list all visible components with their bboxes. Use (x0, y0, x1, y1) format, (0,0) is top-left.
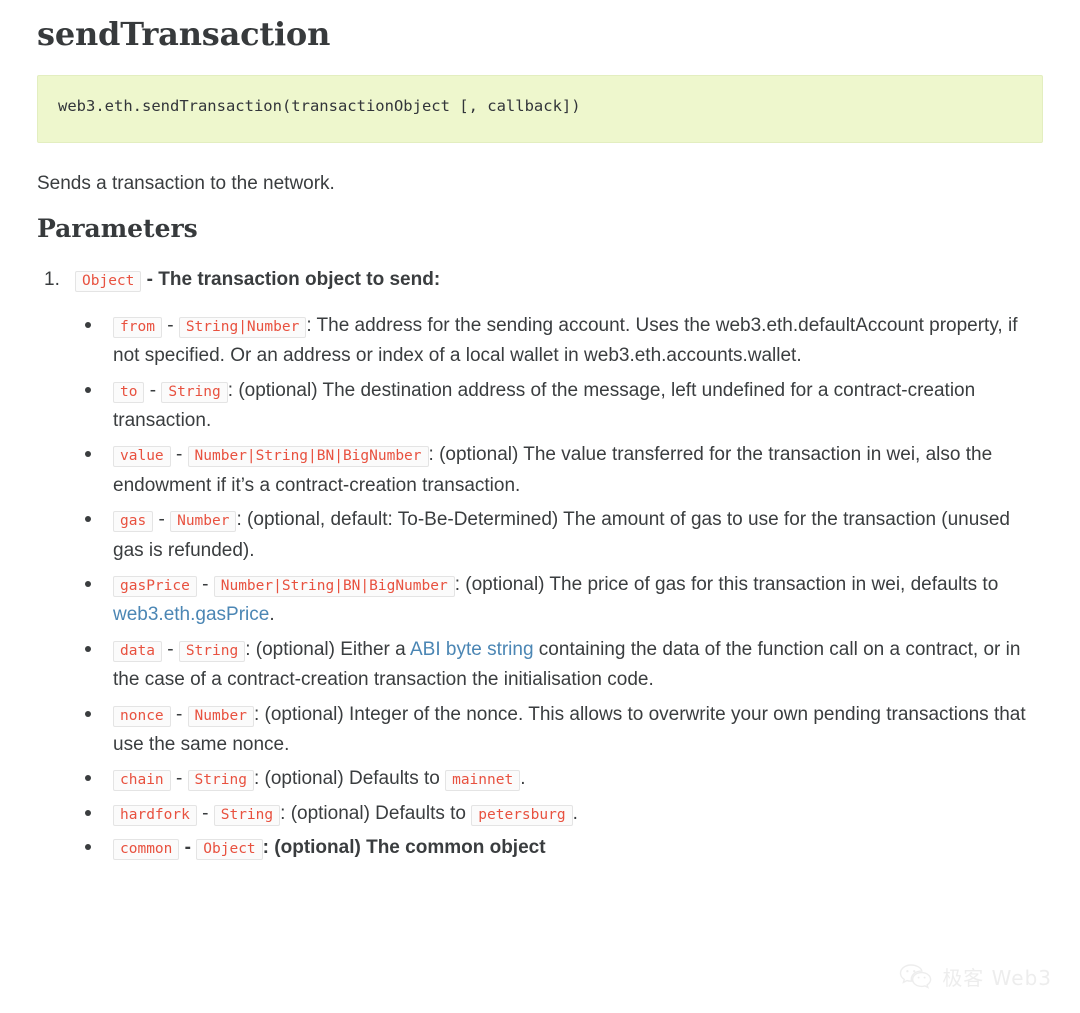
wechat-icon (899, 963, 933, 991)
param-desc-gas: (optional, default: To-Be-Determined) Th… (113, 509, 1010, 561)
list-item-to: to - String: (optional) The destination … (75, 376, 1043, 437)
bullet-dot-icon (85, 451, 91, 458)
link-web3-eth-gasprice[interactable]: web3.eth.gasPrice (113, 604, 269, 625)
colon-nonce: : (253, 703, 260, 725)
sep-to: - (149, 379, 157, 401)
list-item-nonce: nonce - Number: (optional) Integer of th… (75, 700, 1043, 761)
colon-to: : (227, 379, 234, 401)
param-desc-gasprice: (optional) The price of gas for this tra… (465, 574, 999, 595)
bullet-dot-icon (85, 581, 91, 588)
sep-gasprice: - (202, 574, 209, 595)
param-desc-to: (optional) The destination address of th… (113, 379, 976, 432)
colon-common: : (262, 837, 269, 859)
param-desc-hardfork-tail: . (572, 802, 578, 824)
document-body: sendTransaction web3.eth.sendTransaction… (0, 0, 1080, 864)
param-name-chain: chain (113, 770, 171, 792)
sep-hardfork: - (202, 802, 209, 824)
param-desc-data-tail: containing the data of the function call… (113, 638, 1021, 691)
bullet-dot-icon (85, 386, 91, 393)
sep-nonce: - (175, 703, 183, 725)
colon-gas: : (236, 509, 242, 531)
sep-data: - (167, 638, 174, 660)
param-desc-chain-tail: . (520, 768, 526, 790)
default-value-mainnet: mainnet (445, 770, 521, 792)
param-type-chain: String (187, 770, 254, 792)
param-type-from: String|Number (178, 316, 307, 338)
watermark: 极客 Web3 (899, 962, 1052, 991)
sep-from: - (167, 314, 174, 336)
bullet-dot-icon (85, 844, 91, 851)
param-type-to: String (161, 381, 228, 403)
parameter-item-1-head: Object - The transaction object to send: (75, 269, 441, 292)
bullet-dot-icon (85, 321, 91, 328)
bullet-dot-icon (85, 516, 91, 523)
type-badge-object: Object (75, 271, 142, 292)
param-type-gas: Number (170, 511, 237, 533)
param-name-common: common (113, 839, 180, 861)
param-name-gas: gas (113, 511, 154, 533)
param-desc-gasprice-tail: . (269, 604, 275, 626)
sep-gas: - (158, 509, 165, 531)
list-item-from: from - String|Number: The address for th… (75, 311, 1043, 372)
param-desc-hardfork: (optional) Defaults to (290, 802, 472, 824)
separator-text: - (146, 269, 153, 290)
param-name-value: value (113, 446, 171, 468)
parameter-item-1: 1. Object - The transaction object to se… (37, 266, 1043, 864)
param-name-gasprice: gasPrice (113, 576, 197, 597)
param-type-nonce: Number (187, 705, 254, 727)
list-item-value: value - Number|String|BN|BigNumber: (opt… (75, 440, 1043, 501)
parameters-heading: Parameters (37, 213, 198, 243)
param-desc-data: (optional) Either a (255, 638, 410, 660)
default-value-petersburg: petersburg (471, 804, 573, 826)
signature-code-line: web3.eth.sendTransaction(transactionObje… (58, 97, 581, 115)
sub-parameters-list: from - String|Number: The address for th… (75, 295, 1043, 864)
colon-value: : (428, 444, 434, 466)
param-type-gasprice: Number|String|BN|BigNumber (213, 576, 455, 597)
bullet-dot-icon (85, 710, 91, 717)
param-name-to: to (113, 381, 145, 403)
param-name-hardfork: hardfork (113, 804, 197, 826)
param-desc-chain: (optional) Defaults to (264, 768, 446, 790)
bullet-dot-icon (85, 809, 91, 816)
signature-code-block: web3.eth.sendTransaction(transactionObje… (37, 75, 1043, 143)
param-type-common: Object (196, 839, 263, 861)
list-item-hardfork: hardfork - String: (optional) Defaults t… (75, 799, 1043, 829)
link-abi-byte-string[interactable]: ABI byte string (410, 639, 534, 660)
param-type-hardfork: String (213, 804, 281, 826)
colon-hardfork: : (280, 802, 286, 824)
param-name-data: data (113, 640, 162, 662)
parameters-list: 1. Object - The transaction object to se… (37, 245, 1043, 864)
list-item-gas: gas - Number: (optional, default: To-Be-… (75, 505, 1043, 566)
param-name-nonce: nonce (113, 705, 171, 727)
watermark-text: 极客 Web3 (942, 966, 1052, 990)
list-item-chain: chain - String: (optional) Defaults to m… (75, 764, 1043, 794)
parameter-item-1-text: The transaction object to send: (158, 269, 441, 290)
colon-from: : (306, 314, 312, 336)
colon-data: : (245, 638, 251, 660)
sep-value: - (175, 444, 183, 466)
param-desc-common: (optional) The common object (274, 837, 546, 859)
list-item-data: data - String: (optional) Either a ABI b… (75, 635, 1043, 696)
sep-chain: - (175, 768, 183, 790)
bullet-dot-icon (85, 645, 91, 652)
colon-chain: : (253, 768, 260, 790)
list-item-gasprice: gasPrice - Number|String|BN|BigNumber: (… (75, 570, 1043, 631)
param-name-from: from (113, 316, 162, 338)
colon-gasprice: : (454, 574, 460, 595)
list-item-common: common - Object: (optional) The common o… (75, 833, 1043, 863)
bullet-dot-icon (85, 775, 91, 782)
description-paragraph: Sends a transaction to the network. (37, 173, 335, 194)
param-type-data: String (178, 640, 246, 662)
sep-common: - (184, 837, 191, 859)
param-type-value: Number|String|BN|BigNumber (187, 446, 429, 468)
document-page: sendTransaction web3.eth.sendTransaction… (0, 0, 1080, 1013)
page-title: sendTransaction (37, 15, 331, 53)
list-marker: 1. (44, 269, 60, 290)
